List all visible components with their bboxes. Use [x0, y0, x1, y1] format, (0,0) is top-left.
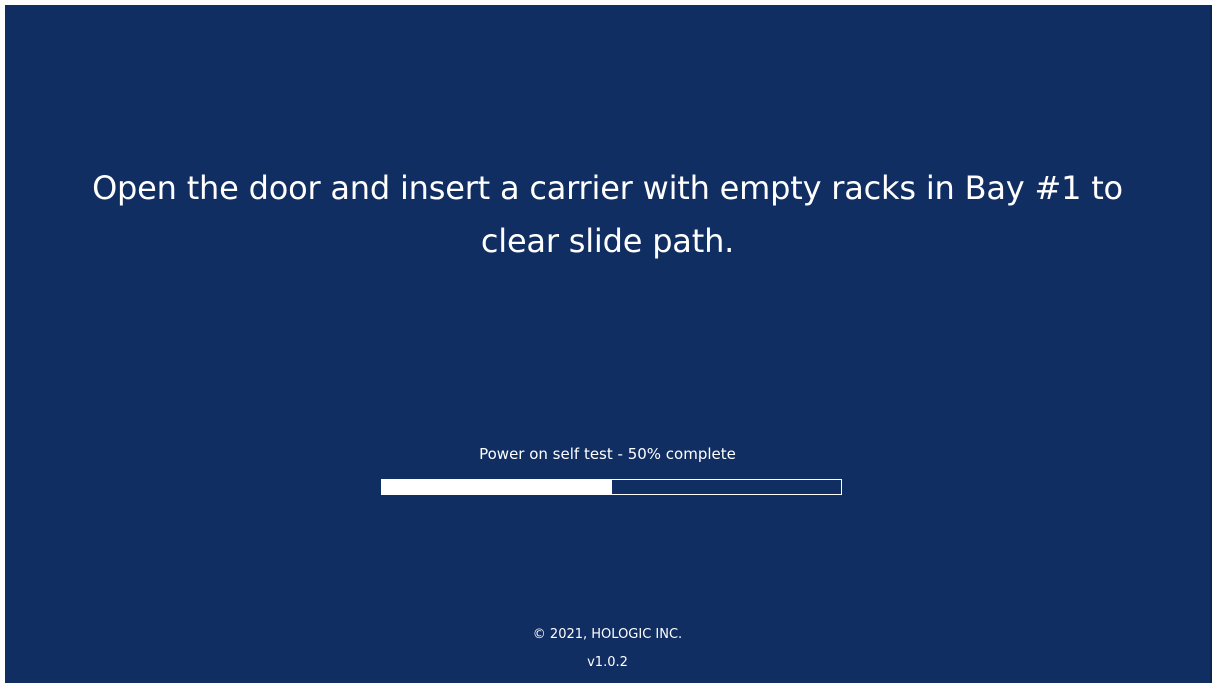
copyright-text: © 2021, HOLOGIC INC. [532, 627, 683, 642]
self-test-screen: Open the door and insert a carrier with … [5, 5, 1212, 683]
instruction-message: Open the door and insert a carrier with … [35, 162, 1180, 268]
progress-bar [381, 479, 842, 495]
instruction-line-2: clear slide path. [480, 222, 735, 260]
instruction-line-1: Open the door and insert a carrier with … [92, 169, 1123, 207]
progress-label: Power on self test - 50% complete [479, 445, 736, 463]
version-text: v1.0.2 [587, 655, 628, 670]
progress-bar-fill [382, 480, 612, 494]
